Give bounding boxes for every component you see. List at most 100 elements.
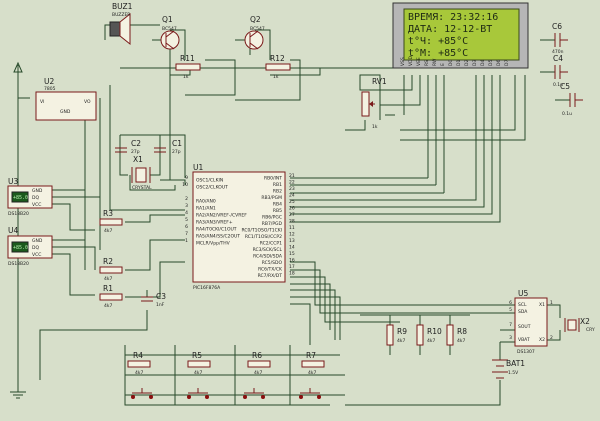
u1-right-pin-9: RC1/T1OSI/CCP2 — [245, 234, 282, 240]
c6-ref: C6 — [552, 22, 562, 31]
u1-right-pin-num-3: 24 — [289, 193, 295, 199]
r5-ref: R5 — [192, 351, 202, 360]
u1-right-pin-num-14: 17 — [289, 264, 295, 270]
u1-right-pin-8: RC0/T1OSO/T1CKI — [241, 228, 282, 234]
lcd-pin-1: VDD — [408, 55, 414, 66]
rv1-ref: RV1 — [372, 77, 387, 86]
q1-ref: Q1 — [162, 15, 173, 24]
resistor-r10: R10 4k7 — [416, 324, 442, 346]
transistor-q2: Q2 BC547 — [244, 15, 265, 50]
resistor-r9: R9 4k7 — [386, 324, 407, 346]
u1-left-pin-num-0: 9 — [185, 175, 188, 181]
u1-right-pin-num-7: 28 — [289, 219, 295, 225]
u1-right-pin-num-10: 13 — [289, 238, 295, 244]
u1-right-pin-num-11: 14 — [289, 245, 295, 251]
lcd-pin-2: VEE — [416, 57, 422, 66]
lcd-pin-10: D4 — [480, 60, 486, 66]
lcd-line-2: ДАТА: 12-12-ВТ — [408, 24, 492, 35]
lcd-pin-12: D6 — [496, 60, 502, 66]
u2-value: 7805 — [44, 86, 56, 92]
sensor-u4: +85.0 U4 GND DQ VCC DS18B20 — [7, 226, 53, 267]
u1-left-pin-1: OSC2/CLKOUT — [196, 185, 228, 191]
crystal-x1: X1 CRYSTAL — [131, 155, 152, 191]
u1-right-pin-6: RB6/PGC — [262, 215, 282, 221]
u1-right-pin-3: RB3/PGM — [261, 195, 282, 201]
r4-ref: R4 — [133, 351, 143, 360]
u1-value: PIC16F876A — [193, 285, 221, 291]
r11-value: 1k — [183, 74, 189, 80]
bat1-ref: BAT1 — [506, 359, 525, 368]
capacitor-c3: C3 1nF — [141, 292, 166, 308]
u5-pin-num-left-1: 5 — [509, 307, 512, 313]
u3-display-value: +85.0 — [13, 195, 28, 201]
q2-value: BC547 — [250, 26, 265, 32]
u4-pin-vcc: VCC — [32, 252, 41, 258]
u1-right-pin-7: RB7/PGD — [262, 221, 283, 227]
buzzer-value: BUZZER — [112, 12, 130, 18]
buzzer: BUZ1 BUZZER — [109, 2, 133, 46]
u1-left-pin-num-4: 4 — [185, 210, 188, 216]
u3-pin-vcc: VCC — [32, 202, 41, 208]
sensor-u3: +85.0 U3 GND DQ VCC DS18B20 — [7, 177, 53, 217]
q1-value: BC547 — [162, 26, 177, 32]
resistor-r8: R8 4k7 — [446, 324, 467, 346]
u1-left-pin-num-8: 1 — [185, 238, 188, 244]
u5-pin-num-left-3: 3 — [509, 335, 512, 341]
u1-left-pin-0: OSC1/CLKIN — [196, 178, 223, 184]
u1-right-pin-5: RB5 — [273, 208, 282, 214]
lcd-pin-11: D5 — [488, 60, 494, 66]
mcu-u1: U1 PIC16F876A OSC1/CLKIN 9 OSC2/CLKOUT 10 RA… — [182, 163, 295, 291]
lcd-line-3: t°Ч: +85°C — [408, 36, 468, 47]
u4-pin-gnd: GND — [32, 238, 43, 244]
button-4[interactable] — [299, 388, 321, 399]
button-2[interactable] — [187, 388, 209, 399]
transistor-q1: Q1 BC547 — [160, 15, 180, 50]
u1-right-pin-num-12: 15 — [289, 251, 295, 257]
lcd-module: ВРЕМЯ: 23:32:16 ДАТА: 12-12-ВТ t°Ч: +85°… — [392, 2, 529, 69]
button-1[interactable] — [131, 388, 153, 399]
u5-pin-right-1: X2 — [539, 337, 545, 343]
lcd-pin-5: E — [440, 63, 446, 66]
bat1-value: 1.5V — [508, 370, 519, 376]
u1-right-pin-num-2: 23 — [289, 186, 295, 192]
lcd-pin-9: D3 — [472, 60, 478, 66]
x1-value: CRYSTAL — [132, 185, 152, 191]
u5-value: DS1307 — [517, 349, 535, 355]
u1-left-pin-3: RA1/AN1 — [196, 206, 216, 212]
u1-right-pin-num-1: 22 — [289, 180, 295, 186]
u5-pin-left-1: SDA — [518, 309, 528, 315]
u1-left-pin-7: RA5/AN4/SS/C2OUT — [196, 234, 240, 240]
u2-pin-vo: VO — [84, 99, 91, 105]
c4-ref: C4 — [553, 54, 563, 63]
r2-value: 4k7 — [104, 276, 112, 282]
r12-ref: R12 — [270, 54, 285, 63]
u5-pin-left-2: SOUT — [518, 324, 531, 330]
u1-right-pin-14: RC6/TX/CK — [258, 267, 283, 273]
x2-value: CRY — [586, 327, 595, 333]
schematic-canvas: BUZ1 BUZZER Q1 BC547 Q2 BC547 R11 1k R12… — [7, 2, 595, 406]
r6-value: 4k7 — [254, 370, 262, 376]
u1-right-pin-13: RC5/SDO — [262, 260, 283, 266]
u1-right-pin-0: RB0/INT — [264, 176, 282, 182]
u5-pin-left-0: SCL — [518, 302, 527, 308]
u1-right-pin-num-5: 26 — [289, 206, 295, 212]
u5-pin-num-right-0: 1 — [550, 300, 553, 306]
r7-value: 4k7 — [308, 370, 316, 376]
u1-right-pin-15: RC7/RX/DT — [258, 273, 283, 279]
u1-left-pin-5: RA3/AN3/VREF+ — [196, 220, 233, 226]
r3-value: 4k7 — [104, 228, 112, 234]
u1-left-pin-num-5: 5 — [185, 217, 188, 223]
r10-value: 4k7 — [427, 338, 435, 344]
u1-right-pin-11: RC3/SCK/SCL — [253, 247, 283, 253]
u1-left-pin-num-1: 10 — [182, 182, 188, 188]
crystal-x2: X2 CRY — [564, 317, 595, 333]
u1-left-pin-num-3: 3 — [185, 203, 188, 209]
lcd-line-1: ВРЕМЯ: 23:32:16 — [408, 12, 498, 23]
buzzer-ref: BUZ1 — [112, 2, 133, 11]
capacitor-c1: C1 27p — [154, 139, 182, 155]
u4-display-value: +85.0 — [13, 245, 28, 251]
r7-ref: R7 — [306, 351, 316, 360]
button-3[interactable] — [243, 388, 265, 399]
lcd-pin-3: RS — [424, 60, 430, 66]
c3-value: 1nF — [156, 302, 165, 308]
